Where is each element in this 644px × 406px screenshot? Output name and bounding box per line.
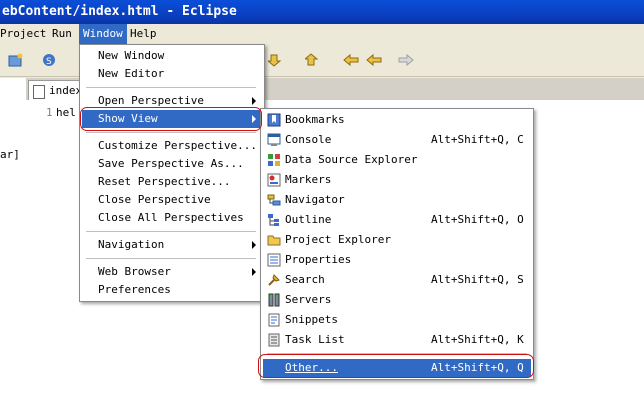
view-item-data-source-explorer[interactable]: Data Source Explorer [263, 151, 531, 169]
navigator-icon [267, 194, 281, 206]
left-view-panel: ar] [0, 78, 27, 406]
view-item-snippets[interactable]: Snippets [263, 311, 531, 329]
window-menu: New Window New Editor Open Perspective S… [79, 44, 265, 302]
submenu-arrow-icon [252, 115, 256, 123]
menu-item-navigation[interactable]: Navigation [82, 236, 262, 254]
servers-icon [268, 293, 280, 307]
menu-item-customize-perspective[interactable]: Customize Perspective... [82, 137, 262, 155]
forward-icon[interactable] [398, 53, 414, 67]
svg-text:S: S [46, 57, 52, 67]
show-view-menu: Bookmarks Console Alt+Shift+Q, C Data Sou… [260, 108, 534, 380]
line-number: 1 [46, 106, 53, 119]
prev-annotation-icon[interactable] [305, 53, 321, 67]
menu-separator [86, 87, 256, 88]
file-icon [33, 85, 45, 99]
window-title: ebContent/index.html - Eclipse [0, 0, 644, 24]
menu-item-web-browser[interactable]: Web Browser [82, 263, 262, 281]
markers-icon [267, 173, 281, 187]
editor-tab-index[interactable]: index [28, 80, 82, 100]
view-item-servers[interactable]: Servers [263, 291, 531, 309]
menu-separator [267, 353, 527, 354]
menu-separator [86, 132, 256, 133]
view-item-search[interactable]: Search Alt+Shift+Q, S [263, 271, 531, 289]
menu-item-new-editor[interactable]: New Editor [82, 65, 262, 83]
editor-tab-label: index [49, 84, 83, 97]
next-annotation-icon[interactable] [268, 53, 284, 67]
view-item-properties[interactable]: Properties [263, 251, 531, 269]
back-icon[interactable] [366, 53, 382, 67]
view-item-bookmarks[interactable]: Bookmarks [263, 111, 531, 129]
menu-run[interactable]: Run [48, 24, 76, 44]
task-list-icon [268, 333, 280, 347]
menu-separator [86, 231, 256, 232]
menu-help[interactable]: Help [126, 24, 161, 44]
submenu-arrow-icon [252, 97, 256, 105]
bookmarks-icon [267, 113, 281, 127]
menu-separator [86, 258, 256, 259]
view-item-task-list[interactable]: Task List Alt+Shift+Q, K [263, 331, 531, 349]
menu-item-save-perspective[interactable]: Save Perspective As... [82, 155, 262, 173]
menu-item-show-view[interactable]: Show View [82, 110, 262, 128]
folder-icon [267, 235, 281, 246]
last-edit-icon[interactable] [343, 53, 359, 67]
view-item-markers[interactable]: Markers [263, 171, 531, 189]
outline-icon [268, 214, 279, 226]
menu-bar: Project Run Window Help [0, 24, 644, 44]
menu-item-preferences[interactable]: Preferences [82, 281, 262, 299]
search-icon [268, 274, 280, 286]
menu-project[interactable]: Project [0, 24, 50, 44]
menu-item-open-perspective[interactable]: Open Perspective [82, 92, 262, 110]
view-item-other[interactable]: Other... Alt+Shift+Q, Q [263, 359, 531, 377]
view-item-console[interactable]: Console Alt+Shift+Q, C [263, 131, 531, 149]
properties-icon [267, 253, 281, 267]
editor-line-text: hel [56, 106, 76, 119]
snippets-icon [268, 313, 280, 327]
menu-item-close-all-perspectives[interactable]: Close All Perspectives [82, 209, 262, 227]
menu-window[interactable]: Window [79, 24, 127, 44]
data-source-icon [268, 154, 280, 166]
console-icon [267, 133, 281, 146]
menu-item-close-perspective[interactable]: Close Perspective [82, 191, 262, 209]
web-service-icon[interactable]: S [42, 53, 58, 67]
menu-item-reset-perspective[interactable]: Reset Perspective... [82, 173, 262, 191]
view-item-outline[interactable]: Outline Alt+Shift+Q, O [263, 211, 531, 229]
left-panel-text: ar] [0, 148, 20, 161]
submenu-arrow-icon [252, 241, 256, 249]
view-item-navigator[interactable]: Navigator [263, 191, 531, 209]
new-wizard-icon[interactable] [8, 53, 24, 67]
menu-item-new-window[interactable]: New Window [82, 47, 262, 65]
submenu-arrow-icon [252, 268, 256, 276]
view-item-project-explorer[interactable]: Project Explorer [263, 231, 531, 249]
